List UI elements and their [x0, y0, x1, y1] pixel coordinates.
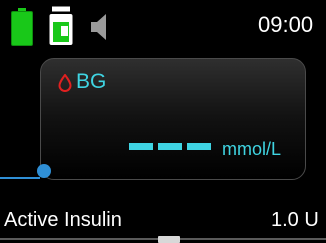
battery-full-icon — [11, 8, 33, 46]
bg-value-placeholder — [129, 143, 211, 151]
bg-label: BG — [76, 70, 107, 93]
active-insulin-label: Active Insulin — [4, 209, 122, 231]
bottom-tab-indicator — [158, 236, 180, 243]
selection-indicator-dot — [37, 164, 51, 178]
speaker-icon — [91, 14, 106, 40]
blood-drop-icon — [58, 74, 72, 92]
status-bar: 09:00 — [0, 0, 326, 50]
bg-unit: mmol/L — [222, 139, 282, 159]
clock: 09:00 — [258, 12, 314, 37]
insulin-reservoir-icon — [49, 6, 73, 45]
active-insulin-value: 1.0 U — [271, 209, 319, 231]
bg-card[interactable]: BG mmol/L — [40, 58, 306, 180]
